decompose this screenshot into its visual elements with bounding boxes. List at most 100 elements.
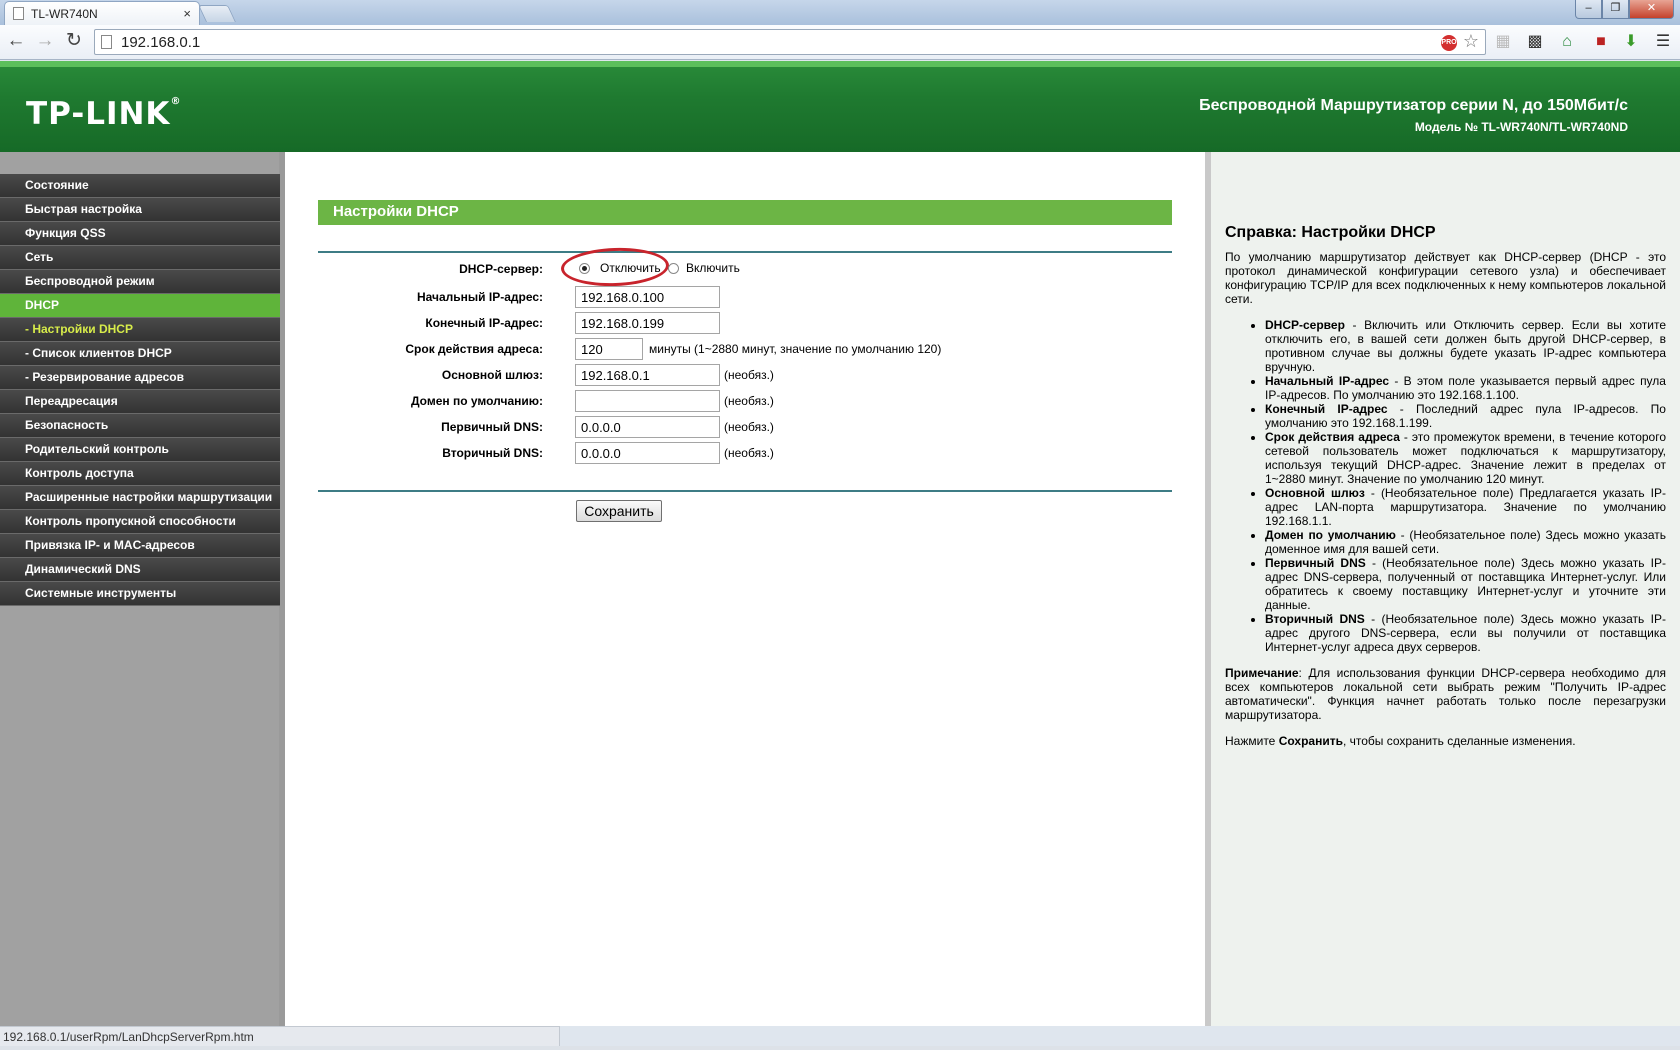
gateway-row: Основной шлюз: (необяз.) <box>285 364 1185 386</box>
help-intro: По умолчанию маршрутизатор действует как… <box>1225 250 1666 306</box>
dhcp-disable-label: Отключить <box>600 261 661 275</box>
star-icon[interactable]: ☆ <box>1463 31 1479 52</box>
close-icon[interactable]: × <box>183 6 191 21</box>
help-item: Начальный IP-адрес - В этом поле указыва… <box>1265 374 1666 402</box>
dns2-label: Вторичный DNS: <box>442 446 543 460</box>
end-ip-label: Конечный IP-адрес: <box>425 316 543 330</box>
help-item: Домен по умолчанию - (Необязательное пол… <box>1265 528 1666 556</box>
browser-tab[interactable]: TL-WR740N × <box>4 1 200 25</box>
lease-label: Срок действия адреса: <box>405 342 543 356</box>
extension-icon[interactable]: ▦ <box>1492 31 1514 53</box>
dhcp-disable-radio[interactable] <box>579 263 590 274</box>
start-ip-row: Начальный IP-адрес: <box>285 286 1185 308</box>
dns2-optional-note: (необяз.) <box>724 446 774 460</box>
menu-item-qss[interactable]: Функция QSS <box>0 222 280 246</box>
divider <box>318 251 1172 253</box>
menu-item-status[interactable]: Состояние <box>0 174 280 198</box>
menu-icon[interactable]: ☰ <box>1652 31 1674 53</box>
menu-item-bandwidth-control[interactable]: Контроль пропускной способности <box>0 510 280 534</box>
sidebar: Состояние Быстрая настройка Функция QSS … <box>0 152 285 1026</box>
home-icon[interactable]: ⌂ <box>1556 31 1578 53</box>
menu-item-wireless[interactable]: Беспроводной режим <box>0 270 280 294</box>
dns2-input[interactable] <box>575 442 720 464</box>
tplink-logo: TP-LINK® <box>26 96 182 132</box>
domain-input[interactable] <box>575 390 720 412</box>
gateway-optional-note: (необяз.) <box>724 368 774 382</box>
back-icon[interactable]: ← <box>4 30 28 54</box>
help-note: Примечание: Для использования функции DH… <box>1225 666 1666 722</box>
address-url[interactable]: 192.168.0.1 <box>121 34 200 51</box>
lease-row: Срок действия адреса: минуты (1~2880 мин… <box>285 338 1185 360</box>
gateway-label: Основной шлюз: <box>441 368 543 382</box>
address-bar[interactable]: 192.168.0.1 PRO ☆ <box>94 29 1486 55</box>
domain-label: Домен по умолчанию: <box>410 394 543 408</box>
help-item: Основной шлюз - (Необязательное поле) Пр… <box>1265 486 1666 528</box>
help-item: DHCP-сервер - Включить или Отключить сер… <box>1265 318 1666 374</box>
domain-row: Домен по умолчанию: (необяз.) <box>285 390 1185 412</box>
help-title: Справка: Настройки DHCP <box>1225 224 1436 241</box>
help-item: Первичный DNS - (Необязательное поле) Зд… <box>1265 556 1666 612</box>
menu-item-security[interactable]: Безопасность <box>0 414 280 438</box>
main-content: Настройки DHCP DHCP-сервер: Отключить Вк… <box>285 152 1205 1026</box>
menu-item-network[interactable]: Сеть <box>0 246 280 270</box>
menu-item-dhcp-settings[interactable]: - Настройки DHCP <box>0 318 280 342</box>
dns1-input[interactable] <box>575 416 720 438</box>
reload-icon[interactable]: ↻ <box>62 30 86 54</box>
menu-item-dhcp-clients[interactable]: - Список клиентов DHCP <box>0 342 280 366</box>
menu-item-advanced-routing[interactable]: Расширенные настройки маршрутизации <box>0 486 280 510</box>
end-ip-input[interactable] <box>575 312 720 334</box>
dhcp-server-row: DHCP-сервер: Отключить Включить <box>285 246 1185 288</box>
tab-title: TL-WR740N <box>31 6 98 21</box>
forward-icon[interactable]: → <box>33 30 57 54</box>
minimize-button[interactable]: – <box>1575 0 1602 19</box>
save-button[interactable]: Сохранить <box>576 500 662 522</box>
menu-item-forwarding[interactable]: Переадресация <box>0 390 280 414</box>
dhcp-enable-label: Включить <box>686 261 740 275</box>
menu-item-quick-setup[interactable]: Быстрая настройка <box>0 198 280 222</box>
browser-titlebar: TL-WR740N × – ❐ ✕ <box>0 0 1680 25</box>
menu-item-access-control[interactable]: Контроль доступа <box>0 462 280 486</box>
dhcp-enable-radio[interactable] <box>668 263 679 274</box>
extension-icon[interactable]: ■ <box>1590 31 1612 53</box>
model-number: Модель № TL-WR740N/TL-WR740ND <box>1414 120 1628 134</box>
window-close-button[interactable]: ✕ <box>1629 0 1674 19</box>
start-ip-label: Начальный IP-адрес: <box>416 290 543 304</box>
window-controls: – ❐ ✕ <box>1575 0 1674 19</box>
menu-item-system-tools[interactable]: Системные инструменты <box>0 582 280 606</box>
menu-item-dynamic-dns[interactable]: Динамический DNS <box>0 558 280 582</box>
main-menu: Состояние Быстрая настройка Функция QSS … <box>0 174 280 606</box>
page-icon <box>101 35 112 49</box>
product-title: Беспроводной Маршрутизатор серии N, до 1… <box>1199 97 1628 114</box>
help-panel: Справка: Настройки DHCP По умолчанию мар… <box>1211 152 1680 1026</box>
browser-toolbar: ← → ↻ 192.168.0.1 PRO ☆ ▦ ▩ ⌂ ■ ⬇ ☰ <box>0 25 1680 60</box>
domain-optional-note: (необяз.) <box>724 394 774 408</box>
dns2-row: Вторичный DNS: (необяз.) <box>285 442 1185 464</box>
new-tab-button[interactable] <box>198 5 236 22</box>
divider <box>318 490 1172 492</box>
dns1-optional-note: (необяз.) <box>724 420 774 434</box>
menu-item-dhcp[interactable]: DHCP <box>0 294 280 318</box>
maximize-button[interactable]: ❐ <box>1602 0 1629 19</box>
dns1-row: Первичный DNS: (необяз.) <box>285 416 1185 438</box>
page-title: Настройки DHCP <box>318 200 1172 225</box>
help-list: DHCP-сервер - Включить или Отключить сер… <box>1265 318 1666 654</box>
extension-icon[interactable]: ▩ <box>1524 31 1546 53</box>
help-item: Срок действия адреса - это промежуток вр… <box>1265 430 1666 486</box>
download-icon[interactable]: ⬇ <box>1620 31 1642 53</box>
status-bar: 192.168.0.1/userRpm/LanDhcpServerRpm.htm <box>0 1026 560 1048</box>
end-ip-row: Конечный IP-адрес: <box>285 312 1185 334</box>
menu-item-address-reservation[interactable]: - Резервирование адресов <box>0 366 280 390</box>
dhcp-server-label: DHCP-сервер: <box>459 262 543 276</box>
start-ip-input[interactable] <box>575 286 720 308</box>
dns1-label: Первичный DNS: <box>441 420 543 434</box>
pro-extension-icon[interactable]: PRO <box>1441 35 1457 51</box>
menu-item-parental-control[interactable]: Родительский контроль <box>0 438 280 462</box>
page-icon <box>13 7 24 20</box>
lease-input[interactable] <box>575 338 643 360</box>
help-save-hint: Нажмите Сохранить, чтобы сохранить сдела… <box>1225 734 1576 748</box>
gateway-input[interactable] <box>575 364 720 386</box>
help-item: Вторичный DNS - (Необязательное поле) Зд… <box>1265 612 1666 654</box>
menu-item-ip-mac-binding[interactable]: Привязка IP- и MAC-адресов <box>0 534 280 558</box>
bottom-edge <box>0 1046 1680 1050</box>
help-item: Конечный IP-адрес - Последний адрес пула… <box>1265 402 1666 430</box>
